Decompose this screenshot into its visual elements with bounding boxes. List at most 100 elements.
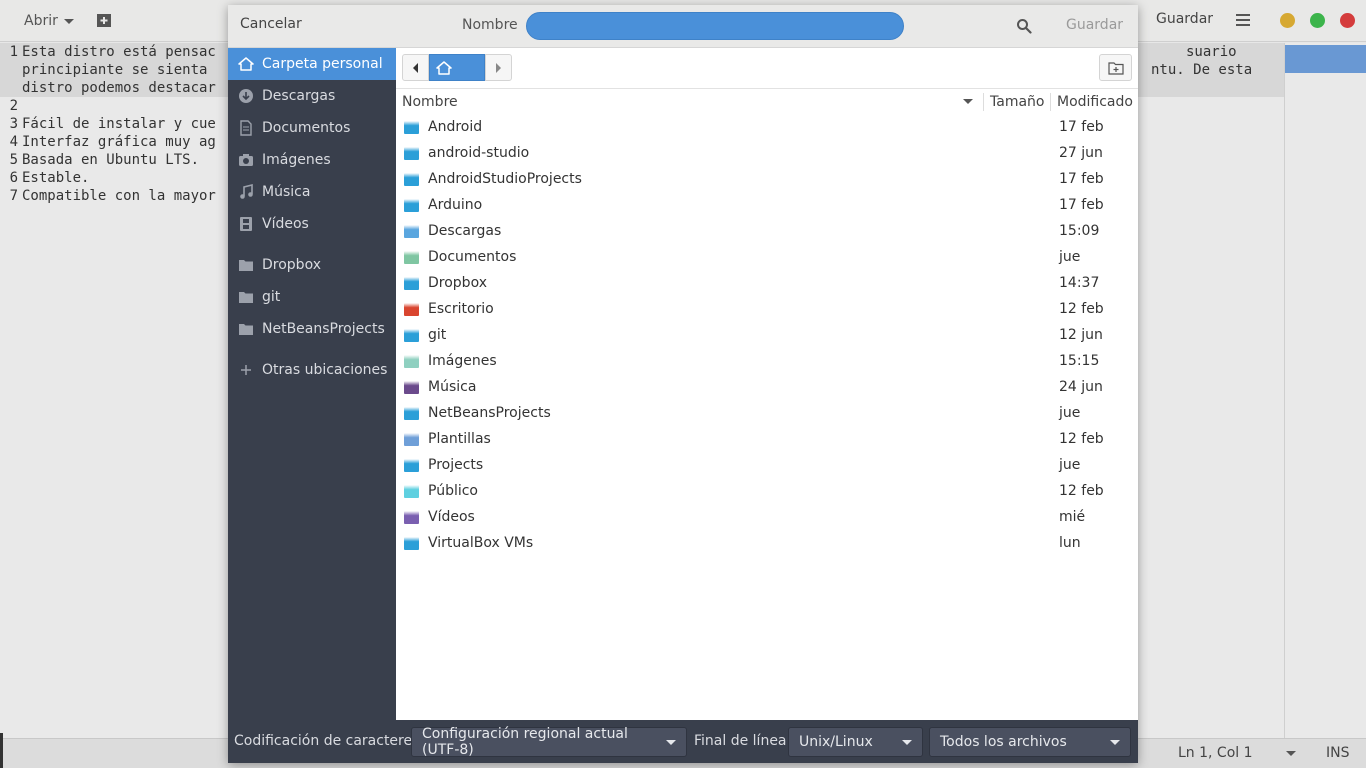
folder-icon [404,511,419,524]
sidebar-item-netbeansprojects[interactable]: NetBeansProjects [228,313,396,345]
editor-line[interactable]: distro podemos destacar [0,79,216,97]
sidebar-item-musica[interactable]: Música [228,176,396,208]
file-row[interactable]: Público 12 feb [396,479,1138,505]
file-name-input[interactable] [526,12,904,40]
sidebar-item-carpeta-personal[interactable]: Carpeta personal [228,48,396,80]
sidebar-item-git[interactable]: git [228,281,396,313]
sidebar-item-descargas[interactable]: Descargas [228,80,396,112]
file-row[interactable]: Plantillas 12 feb [396,427,1138,453]
file-modified: jue [1059,405,1081,421]
camera-icon [238,152,254,168]
dialog-footer: Codificación de caracteres: Configuració… [228,720,1138,763]
sidebar-item-videos[interactable]: Vídeos [228,208,396,240]
file-row[interactable]: VirtualBox VMs lun [396,531,1138,557]
file-name: Arduino [428,197,483,213]
file-row[interactable]: Escritorio 12 feb [396,297,1138,323]
hamburger-menu-icon[interactable] [1236,14,1250,26]
file-row[interactable]: Projects jue [396,453,1138,479]
editor-line[interactable]: 4 Interfaz gráfica muy ag [0,133,216,151]
editor-line[interactable]: 1 Esta distro está pensac [0,43,216,61]
file-row[interactable]: Descargas 15:09 [396,219,1138,245]
file-name: NetBeansProjects [428,405,551,421]
folder-icon [404,381,419,394]
file-modified: 24 jun [1059,379,1103,395]
minimap[interactable] [1284,43,1366,738]
chevron-down-icon [666,739,676,745]
folder-icon [404,173,419,186]
minimap-viewport[interactable] [1285,45,1366,73]
home-icon [238,56,254,72]
line-text-overflow: ntu. De esta [1151,62,1253,78]
column-separator [983,93,984,111]
chevron-down-icon[interactable] [1286,751,1296,756]
open-button[interactable]: Abrir [16,11,82,31]
file-row[interactable]: AndroidStudioProjects 17 feb [396,167,1138,193]
editor-line[interactable]: 6 Estable. [0,169,90,187]
editor-line[interactable]: 7 Compatible con la mayor [0,187,216,205]
file-row[interactable]: Vídeos mié [396,505,1138,531]
folder-icon [404,407,419,420]
file-row[interactable]: Android 17 feb [396,115,1138,141]
file-browser: Nombre Tamaño Modificado Android 17 feb an… [396,48,1138,720]
back-button[interactable] [402,54,429,81]
line-text: distro podemos destacar [22,80,216,96]
insert-mode-indicator: INS [1326,745,1350,761]
line-ending-select[interactable]: Unix/Linux [788,727,923,757]
forward-button[interactable] [485,54,512,81]
dialog-save-button[interactable]: Guardar [1066,17,1123,33]
line-number: 6 [9,170,18,186]
sidebar-item-documentos[interactable]: Documentos [228,112,396,144]
file-row[interactable]: git 12 jun [396,323,1138,349]
sidebar-item-label: Música [262,184,311,200]
maximize-button[interactable] [1310,13,1325,28]
folder-icon [238,257,254,273]
sidebar-item-otras-ubicaciones[interactable]: Otras ubicaciones [228,354,396,386]
editor-line[interactable]: 5 Basada en Ubuntu LTS. [0,151,199,169]
file-row[interactable]: Arduino 17 feb [396,193,1138,219]
file-filter-select[interactable]: Todos los archivos [929,727,1131,757]
chevron-left-icon [413,62,418,73]
sort-down-icon[interactable] [963,99,973,104]
file-row[interactable]: Música 24 jun [396,375,1138,401]
encoding-value: Configuración regional actual (UTF-8) [422,726,628,758]
cancel-button[interactable]: Cancelar [240,16,302,32]
line-text: Estable. [22,170,90,186]
encoding-select[interactable]: Configuración regional actual (UTF-8) [411,726,687,758]
column-size[interactable]: Tamaño [990,94,1044,110]
file-modified: jue [1059,249,1081,265]
file-name: Plantillas [428,431,491,447]
close-button[interactable] [1340,13,1355,28]
line-number: 1 [9,44,18,60]
save-file-dialog: Cancelar Nombre Guardar Carpeta personal… [228,5,1138,763]
editor-line[interactable]: 2 [0,97,22,115]
cursor-position[interactable]: Ln 1, Col 1 [1178,745,1253,761]
line-text: Fácil de instalar y cue [22,116,216,132]
folder-icon [404,329,419,342]
search-icon[interactable] [1016,18,1032,34]
file-row[interactable]: Imágenes 15:15 [396,349,1138,375]
column-modified[interactable]: Modificado [1057,94,1133,110]
file-row[interactable]: NetBeansProjects jue [396,401,1138,427]
file-name: Escritorio [428,301,494,317]
folder-icon [404,355,419,368]
home-path-button[interactable] [429,54,485,81]
file-modified: 12 feb [1059,431,1104,447]
editor-line[interactable]: 3 Fácil de instalar y cue [0,115,216,133]
sidebar-item-label: Imágenes [262,152,331,168]
file-modified: 17 feb [1059,197,1104,213]
line-number: 7 [9,188,18,204]
file-row[interactable]: Documentos jue [396,245,1138,271]
save-button[interactable]: Guardar [1150,11,1219,31]
minimize-button[interactable] [1280,13,1295,28]
editor-line[interactable]: principiante se sienta [0,61,207,79]
file-row[interactable]: android-studio 27 jun [396,141,1138,167]
sidebar-item-imagenes[interactable]: Imágenes [228,144,396,176]
sidebar-item-dropbox[interactable]: Dropbox [228,249,396,281]
line-number: 2 [9,98,18,114]
line-text: Compatible con la mayor [22,188,216,204]
column-name[interactable]: Nombre [402,94,458,110]
file-row[interactable]: Dropbox 14:37 [396,271,1138,297]
file-modified: mié [1059,509,1086,525]
new-document-icon[interactable] [96,13,112,28]
new-folder-button[interactable] [1099,54,1132,81]
